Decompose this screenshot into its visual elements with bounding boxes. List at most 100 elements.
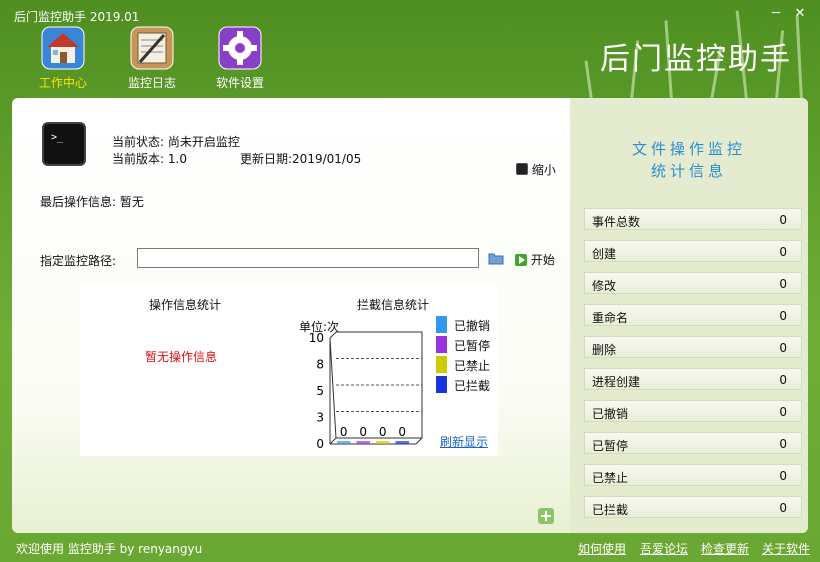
legend-label: 已暂停 xyxy=(454,339,491,353)
legend-swatch xyxy=(436,356,447,373)
chart-bar xyxy=(376,441,390,444)
stat-label: 事件总数 xyxy=(592,215,641,229)
toolbar-label: 监控日志 xyxy=(127,76,176,90)
footer-link-howto[interactable]: 如何使用 xyxy=(578,540,626,557)
y-tick-label: 0 xyxy=(316,437,324,451)
floor-edge xyxy=(329,437,337,445)
last-op-value: 暂无 xyxy=(119,195,144,209)
update-date-value: 2019/01/05 xyxy=(292,152,362,166)
last-op-info: 最后操作信息: 暂无 xyxy=(40,193,144,210)
close-button[interactable]: ✕ xyxy=(792,6,808,21)
stat-value: 0 xyxy=(779,437,787,451)
stat-value: 0 xyxy=(779,309,787,323)
refresh-link[interactable]: 刷新显示 xyxy=(440,433,488,450)
chart-bar xyxy=(356,441,370,444)
play-icon xyxy=(515,254,527,266)
folder-open-icon[interactable] xyxy=(488,251,504,268)
window-title: 后门监控助手 2019.01 xyxy=(14,10,140,24)
stat-label: 已撤销 xyxy=(592,407,629,421)
bar-value-label: 0 xyxy=(359,425,367,439)
footer-welcome: 欢迎使用 监控助手 by renyangyu xyxy=(16,542,203,556)
stat-row: 已禁止 0 xyxy=(584,464,802,486)
stat-value: 0 xyxy=(779,213,787,227)
stat-value: 0 xyxy=(779,501,787,515)
legend-swatch xyxy=(436,316,447,333)
stat-row: 已暂停 0 xyxy=(584,432,802,454)
current-version: 当前版本: 1.0 xyxy=(112,150,187,167)
start-button[interactable]: 开始 xyxy=(515,251,555,268)
gear-icon xyxy=(218,26,262,70)
stat-label: 创建 xyxy=(592,247,617,261)
stat-value: 0 xyxy=(779,373,787,387)
stat-label: 已禁止 xyxy=(592,471,629,485)
stat-row: 修改 0 xyxy=(584,272,802,294)
block-stats-title: 拦截信息统计 xyxy=(357,298,430,312)
op-stats-title: 操作信息统计 xyxy=(149,298,222,312)
legend-swatch xyxy=(436,376,447,393)
stat-value: 0 xyxy=(779,341,787,355)
stat-row: 已拦截 0 xyxy=(584,496,802,518)
stat-label: 重命名 xyxy=(592,311,629,325)
y-tick-label: 10 xyxy=(309,331,324,345)
monitor-path-input[interactable] xyxy=(137,248,479,268)
toolbar-monitor-log[interactable]: 监控日志 xyxy=(117,26,187,91)
y-tick-label: 3 xyxy=(316,411,324,425)
block-stats-chart: 1085300 0 0 0 xyxy=(309,331,423,451)
stat-value: 0 xyxy=(779,469,787,483)
chart-legend: 已撤销已暂停已禁止已拦截 xyxy=(436,316,506,396)
stat-label: 已暂停 xyxy=(592,439,629,453)
toolbar-label: 工作中心 xyxy=(38,76,87,90)
chart-bar xyxy=(337,441,351,444)
legend-label: 已禁止 xyxy=(454,359,491,373)
brand-title: 后门监控助手 xyxy=(600,42,792,77)
y-tick-label: 5 xyxy=(316,384,324,398)
version-label: 当前版本: xyxy=(112,152,165,166)
version-value: 1.0 xyxy=(167,152,187,166)
legend-swatch xyxy=(436,336,447,353)
shrink-button[interactable]: 缩小 xyxy=(516,161,556,178)
shrink-label: 缩小 xyxy=(531,163,556,177)
shrink-icon xyxy=(516,163,528,175)
stat-row: 删除 0 xyxy=(584,336,802,358)
update-date-label: 更新日期: xyxy=(240,152,293,166)
monitor-path-label: 指定监控路径: xyxy=(40,254,117,268)
current-state-value: 尚未开启监控 xyxy=(167,135,240,149)
last-op-label: 最后操作信息: xyxy=(40,195,117,209)
y-tick-label: 8 xyxy=(316,358,324,372)
minimize-button[interactable]: ─ xyxy=(768,6,784,21)
stat-value: 0 xyxy=(779,405,787,419)
app-window: 后门监控助手 2019.01 ─ ✕ 后门监控助手 工作中心 监控日志 软件设置… xyxy=(0,0,820,562)
current-state: 当前状态: 尚未开启监控 xyxy=(112,133,240,150)
house-icon xyxy=(41,26,85,70)
stats-side-panel: 文件操作监控 统计信息 事件总数 0 创建 0 修改 0 重命名 0 删除 0 进程创建 0 已撤销 0 已… xyxy=(570,98,808,533)
bar-value-label: 0 xyxy=(379,425,387,439)
stat-label: 已拦截 xyxy=(592,503,629,517)
chart-bar xyxy=(395,441,409,444)
op-stats-empty: 暂无操作信息 xyxy=(145,350,218,364)
toolbar-work-center[interactable]: 工作中心 xyxy=(28,26,98,91)
stat-label: 修改 xyxy=(592,279,617,293)
legend-label: 已撤销 xyxy=(454,319,491,333)
update-date: 更新日期:2019/01/05 xyxy=(240,150,361,167)
terminal-icon: >_ xyxy=(42,122,86,166)
right-title-line1: 文件操作监控 xyxy=(631,140,746,158)
bar-value-label: 0 xyxy=(340,425,348,439)
toolbar-settings[interactable]: 软件设置 xyxy=(205,26,275,91)
stat-row: 重命名 0 xyxy=(584,304,802,326)
legend-label: 已拦截 xyxy=(454,379,491,393)
stat-label: 进程创建 xyxy=(592,375,641,389)
stat-label: 删除 xyxy=(592,343,617,357)
footer-link-forum[interactable]: 吾爱论坛 xyxy=(640,540,688,557)
stat-row: 进程创建 0 xyxy=(584,368,802,390)
current-state-label: 当前状态: xyxy=(112,135,165,149)
add-icon[interactable] xyxy=(538,508,554,527)
start-label: 开始 xyxy=(530,253,555,267)
footer-link-update[interactable]: 检查更新 xyxy=(701,540,749,557)
floor-edge xyxy=(415,437,423,445)
stat-row: 事件总数 0 xyxy=(584,208,802,230)
stat-row: 创建 0 xyxy=(584,240,802,262)
toolbar-label: 软件设置 xyxy=(215,76,264,90)
bar-value-label: 0 xyxy=(398,425,406,439)
footer-link-about[interactable]: 关于软件 xyxy=(762,540,810,557)
log-icon xyxy=(130,26,174,70)
